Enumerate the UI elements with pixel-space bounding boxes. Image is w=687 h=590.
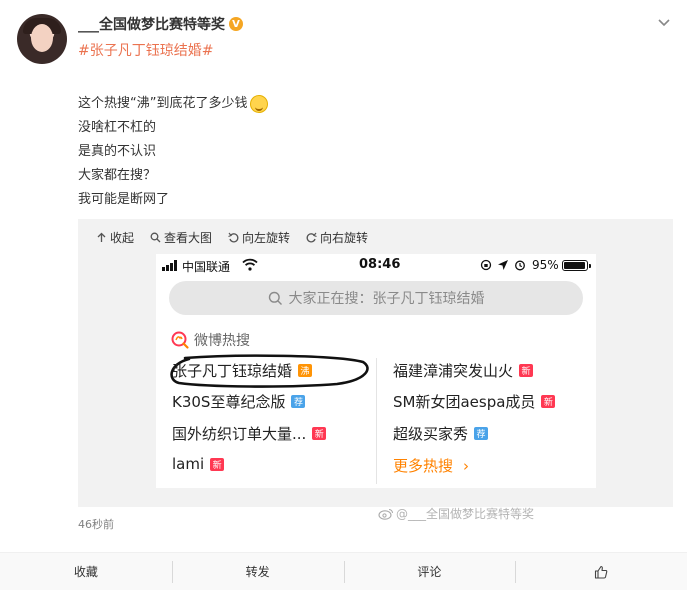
location-arrow-icon (498, 260, 508, 270)
column-divider (376, 358, 377, 484)
arrow-up-icon (97, 232, 106, 242)
alarm-clock-icon (515, 260, 525, 271)
hot-item[interactable]: 国外纺织订单大量... 新 (172, 423, 327, 444)
search-bar[interactable]: 大家正在搜：张子凡丁钰琼结婚 (169, 281, 583, 315)
new-badge: 新 (541, 395, 556, 408)
verified-badge-icon: V (229, 17, 243, 31)
user-row: ___全国做梦比赛特等奖 V (78, 14, 243, 34)
rotate-left-icon (228, 232, 239, 243)
status-bar: 中国联通 08:46 95% (156, 254, 596, 278)
recommend-badge: 荐 (474, 427, 489, 440)
chevron-right-icon: › (463, 456, 470, 475)
hot-item[interactable]: K30S至尊纪念版 荐 (172, 391, 306, 412)
phone-screenshot[interactable]: 中国联通 08:46 95% 大家正在搜：张子凡丁钰琼结婚 微博热搜 张子凡丁钰… (156, 254, 596, 521)
wifi-icon (242, 258, 258, 271)
weibo-logo-icon (378, 508, 393, 520)
battery-icon (562, 260, 591, 271)
clock: 08:46 (359, 257, 401, 272)
post-line: 大家都在搜？ (78, 168, 157, 183)
hot-item[interactable]: SM新女团aespa成员 新 (393, 391, 556, 412)
view-large-button[interactable]: 查看大图 (150, 229, 212, 246)
like-button[interactable] (515, 553, 687, 590)
post-timestamp[interactable]: 46秒前 (78, 516, 114, 532)
emoji-icon (250, 95, 269, 113)
new-badge: 新 (210, 457, 225, 471)
more-hot-search-link[interactable]: 更多热搜 › (393, 455, 469, 476)
username[interactable]: ___全国做梦比赛特等奖 (78, 14, 225, 34)
chevron-down-icon[interactable] (657, 16, 671, 30)
hot-item[interactable]: 福建漳浦突发山火 新 (393, 360, 534, 381)
rotate-right-icon (306, 232, 317, 243)
weibo-post-card: ___全国做梦比赛特等奖 V #张子凡丁钰琼结婚# 这个热搜“沸”到底花了多少钱… (0, 0, 687, 590)
repost-button[interactable]: 转发 (171, 553, 344, 590)
hot-item[interactable]: lami 新 (172, 455, 225, 473)
search-placeholder: 大家正在搜：张子凡丁钰琼结婚 (288, 291, 485, 307)
post-line: 是真的不认识 (78, 144, 157, 159)
new-badge: 新 (312, 427, 327, 440)
hot-search-title: 微博热搜 (194, 333, 250, 349)
post-line: 这个热搜“沸”到底花了多少钱 (78, 96, 248, 111)
avatar[interactable] (17, 14, 67, 64)
orientation-lock-icon (480, 259, 492, 271)
thumbs-up-icon (595, 565, 608, 579)
rotate-left-button[interactable]: 向左旋转 (228, 229, 290, 246)
comment-button[interactable]: 评论 (343, 553, 516, 590)
topic-tag[interactable]: #张子凡丁钰琼结婚# (78, 40, 213, 60)
media-viewer: 收起 查看大图 向左旋转 向右旋转 中国联通 08:46 95% 大家正在搜：张… (78, 219, 673, 521)
action-bar: 收藏 转发 评论 (0, 552, 687, 590)
battery-percent: 95% (532, 258, 559, 272)
new-badge: 新 (519, 364, 534, 377)
recommend-badge: 荐 (291, 395, 306, 408)
signal-icon (162, 260, 177, 271)
post-text: 这个热搜“沸”到底花了多少钱 没啥杠不杠的 是真的不认识 大家都在搜？ 我可能是… (78, 92, 269, 212)
collapse-button[interactable]: 收起 (96, 229, 134, 246)
carrier-name: 中国联通 (182, 260, 231, 274)
magnifier-icon (150, 232, 161, 243)
watermark: @___全国做梦比赛特等奖 (378, 505, 534, 522)
hot-item[interactable]: 张子凡丁钰琼结婚 沸 (172, 360, 313, 381)
rotate-right-button[interactable]: 向右旋转 (306, 229, 368, 246)
hot-search-icon (171, 331, 189, 349)
post-line: 我可能是断网了 (78, 192, 170, 207)
search-icon (268, 291, 282, 305)
hot-badge: 沸 (298, 364, 313, 377)
hot-item[interactable]: 超级买家秀 荐 (393, 423, 489, 444)
media-toolbar: 收起 查看大图 向左旋转 向右旋转 (96, 229, 368, 246)
post-line: 没啥杠不杠的 (78, 120, 157, 135)
hot-search-header: 微博热搜 (170, 330, 250, 350)
favorite-button[interactable]: 收藏 (0, 553, 172, 590)
